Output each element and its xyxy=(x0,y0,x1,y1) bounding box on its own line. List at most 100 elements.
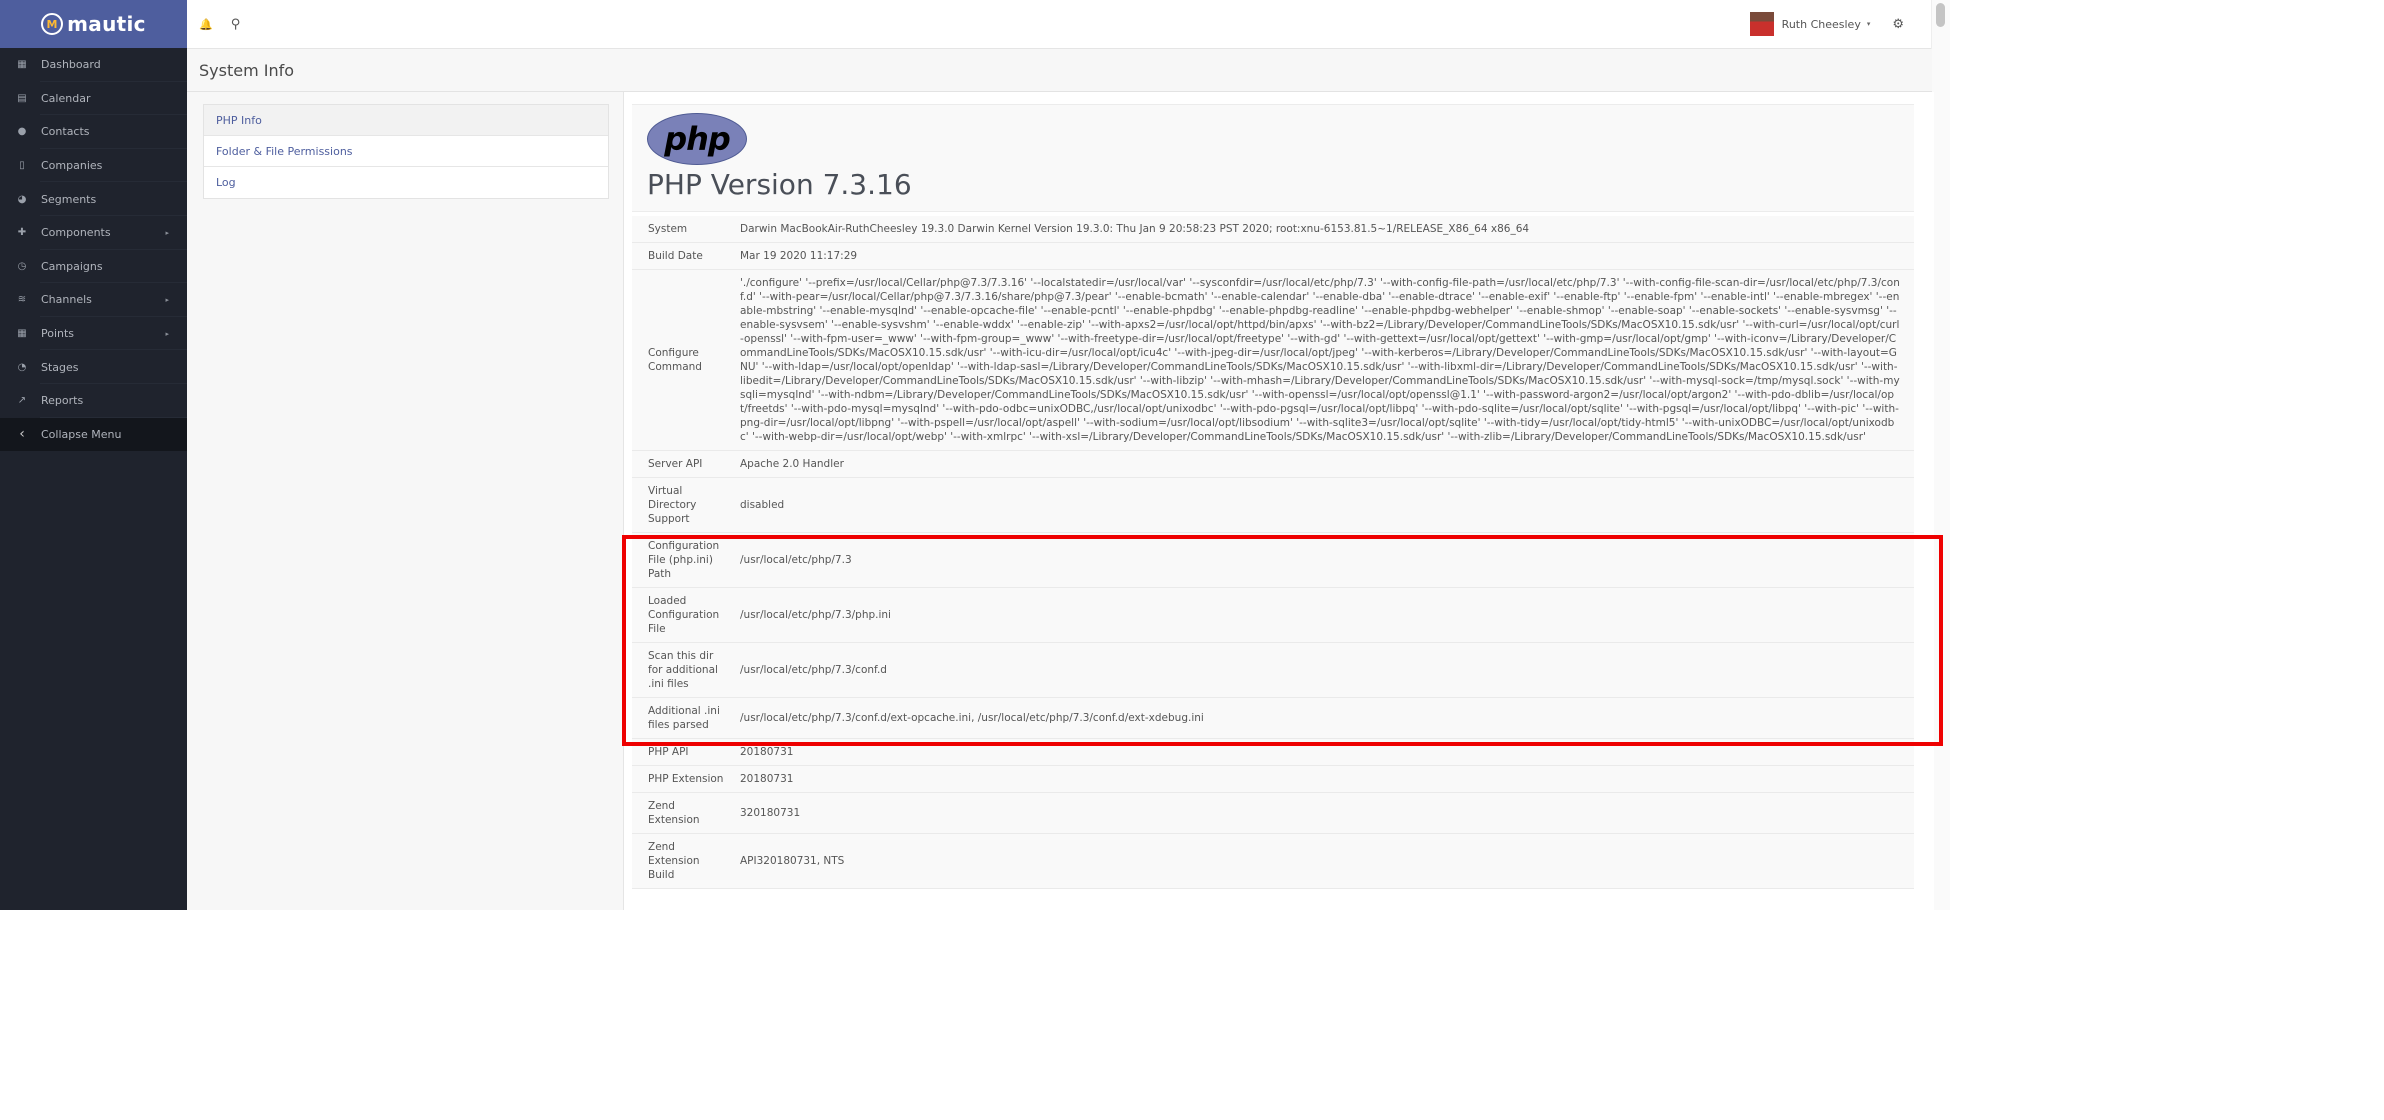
php-version-title: PHP Version 7.3.16 xyxy=(647,168,912,201)
row-key: Build Date xyxy=(632,242,724,270)
sidebar-item-label: Calendar xyxy=(41,91,91,105)
line-chart-icon: ↗ xyxy=(17,395,27,407)
row-value: './configure' '--prefix=/usr/local/Cella… xyxy=(724,269,1914,451)
pie-chart-icon: ◕ xyxy=(17,193,27,205)
brand-name: mautic xyxy=(67,12,146,36)
row-key: PHP Extension xyxy=(632,765,724,793)
sidebar-item-reports[interactable]: ↗ Reports xyxy=(0,384,187,418)
rss-icon: ≋ xyxy=(17,294,27,306)
row-key: Loaded Configuration File xyxy=(632,587,724,643)
row-key: Scan this dir for additional .ini files xyxy=(632,642,724,698)
tab-folder-file-permissions[interactable]: Folder & File Permissions xyxy=(204,136,608,167)
sidebar-item-points[interactable]: ▦ Points ▸ xyxy=(0,317,187,351)
table-row: Virtual Directory Support disabled xyxy=(632,477,1914,533)
scrollbar-thumb[interactable] xyxy=(1936,3,1945,27)
caret-right-icon: ▸ xyxy=(165,228,169,237)
row-value: /usr/local/etc/php/7.3/conf.d/ext-opcach… xyxy=(724,697,1914,739)
row-value: /usr/local/etc/php/7.3/conf.d xyxy=(724,642,1914,698)
table-row: Server API Apache 2.0 Handler xyxy=(632,450,1914,478)
page-header: System Info xyxy=(187,49,1932,92)
table-row: Zend Extension 320180731 xyxy=(632,792,1914,834)
table-row: Loaded Configuration File/usr/local/etc/… xyxy=(632,587,1914,643)
system-info-tabs: PHP Info Folder & File Permissions Log xyxy=(203,104,609,199)
row-key: Additional .ini files parsed xyxy=(632,697,724,739)
calendar-icon: ▤ xyxy=(17,92,27,104)
sidebar-item-segments[interactable]: ◕ Segments xyxy=(0,182,187,216)
gear-icon[interactable]: ⚙ xyxy=(1892,17,1904,32)
row-key: Configuration File (php.ini) Path xyxy=(632,532,724,588)
table-row: System Darwin MacBookAir-RuthCheesley 19.… xyxy=(632,216,1914,243)
caret-right-icon: ▸ xyxy=(165,295,169,304)
sidebar-nav: ▦ Dashboard ▤ Calendar ● Contacts ▯ Companies ◕ S… xyxy=(0,48,187,452)
sidebar-item-components[interactable]: ✚ Components ▸ xyxy=(0,216,187,250)
dashboard-icon: ▦ xyxy=(17,59,27,71)
user-menu[interactable]: Ruth Cheesley ▾ ⚙ xyxy=(1749,12,1904,36)
mautic-logo-icon: M xyxy=(41,13,64,35)
sidebar-item-label: Channels xyxy=(41,293,92,307)
row-value: 20180731 xyxy=(724,765,1914,793)
row-key: Server API xyxy=(632,450,724,478)
user-icon: ● xyxy=(17,126,27,138)
brand-logo[interactable]: M mautic xyxy=(0,0,187,48)
notifications-bell-icon[interactable]: 🔔 xyxy=(199,18,213,31)
collapse-menu-label: Collapse Menu xyxy=(41,427,122,441)
table-row: Configure Command './configure' '--prefix… xyxy=(632,269,1914,451)
row-value: /usr/local/etc/php/7.3/php.ini xyxy=(724,587,1914,643)
caret-right-icon: ▸ xyxy=(165,329,169,338)
sidebar-item-label: Components xyxy=(41,226,111,240)
app-window: M mautic ▦ Dashboard ▤ Calendar ● Contacts ▯ Co… xyxy=(0,0,1950,910)
sidebar-item-label: Points xyxy=(41,327,75,341)
php-info-table: System Darwin MacBookAir-RuthCheesley 19.… xyxy=(632,216,1914,889)
clock-icon: ◷ xyxy=(17,260,27,272)
page-title: System Info xyxy=(199,61,295,80)
sidebar-item-calendar[interactable]: ▤ Calendar xyxy=(0,82,187,116)
collapse-menu-button[interactable]: ‹ Collapse Menu xyxy=(0,417,187,452)
table-row: PHP Extension 20180731 xyxy=(632,765,1914,793)
php-info-panel: php PHP Version 7.3.16 System Darwin MacB… xyxy=(623,92,1934,910)
building-icon: ▯ xyxy=(19,160,25,172)
tab-log[interactable]: Log xyxy=(204,167,608,198)
php-logo-icon: php xyxy=(647,113,747,165)
sidebar-item-label: Campaigns xyxy=(41,259,103,273)
chevron-down-icon: ▾ xyxy=(1866,20,1871,28)
sidebar-item-label: Segments xyxy=(41,192,97,206)
row-value: /usr/local/etc/php/7.3 xyxy=(724,532,1914,588)
table-row: Configuration File (php.ini) Path/usr/lo… xyxy=(632,532,1914,588)
tab-php-info[interactable]: PHP Info xyxy=(204,105,608,136)
tachometer-icon: ◔ xyxy=(17,361,27,373)
table-row: Additional .ini files parsed/usr/local/e… xyxy=(632,697,1914,739)
row-value: API320180731, NTS xyxy=(724,833,1914,889)
table-row: Zend Extension Build API320180731, NTS xyxy=(632,833,1914,889)
row-value: Mar 19 2020 11:17:29 xyxy=(724,242,1914,270)
row-key: Zend Extension xyxy=(632,792,724,834)
sidebar-item-label: Dashboard xyxy=(41,58,101,72)
sidebar-item-stages[interactable]: ◔ Stages xyxy=(0,350,187,384)
sidebar-item-label: Contacts xyxy=(41,125,90,139)
user-name: Ruth Cheesley xyxy=(1781,17,1861,31)
sidebar-item-contacts[interactable]: ● Contacts xyxy=(0,115,187,149)
sidebar: M mautic ▦ Dashboard ▤ Calendar ● Contacts ▯ Co… xyxy=(0,0,187,910)
sidebar-item-label: Reports xyxy=(41,394,84,408)
php-header: php PHP Version 7.3.16 xyxy=(632,104,1914,212)
puzzle-icon: ✚ xyxy=(17,227,27,239)
avatar xyxy=(1749,12,1774,36)
top-bar: 🔔 ⚲ Ruth Cheesley ▾ ⚙ xyxy=(187,0,1932,49)
table-row: PHP API 20180731 xyxy=(632,738,1914,766)
calculator-icon: ▦ xyxy=(17,328,27,340)
row-value: Darwin MacBookAir-RuthCheesley 19.3.0 Da… xyxy=(724,216,1914,243)
row-key: System xyxy=(632,216,724,243)
row-value: 20180731 xyxy=(724,738,1914,766)
sidebar-item-campaigns[interactable]: ◷ Campaigns xyxy=(0,250,187,284)
row-key: PHP API xyxy=(632,738,724,766)
search-icon[interactable]: ⚲ xyxy=(231,17,241,32)
sidebar-item-label: Stages xyxy=(41,360,79,374)
sidebar-item-companies[interactable]: ▯ Companies xyxy=(0,149,187,183)
row-key: Zend Extension Build xyxy=(632,833,724,889)
row-key: Configure Command xyxy=(632,269,724,451)
row-value: 320180731 xyxy=(724,792,1914,834)
sidebar-item-channels[interactable]: ≋ Channels ▸ xyxy=(0,283,187,317)
sidebar-item-dashboard[interactable]: ▦ Dashboard xyxy=(0,48,187,82)
row-key: Virtual Directory Support xyxy=(632,477,724,533)
chevron-left-icon: ‹ xyxy=(19,426,25,443)
table-row: Build Date Mar 19 2020 11:17:29 xyxy=(632,242,1914,270)
